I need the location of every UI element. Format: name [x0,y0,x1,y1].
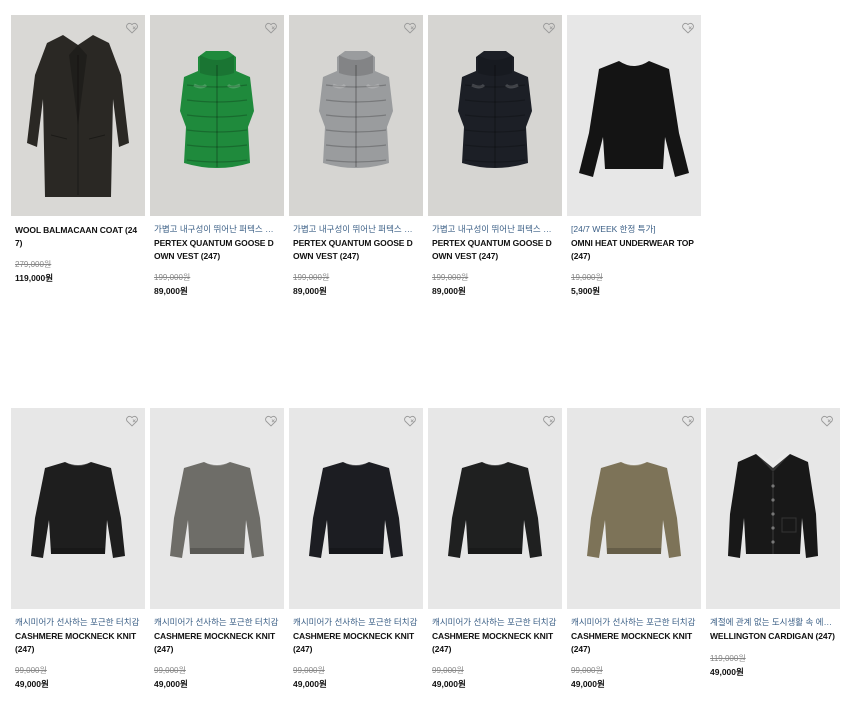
product-card[interactable]: 캐시미어가 선사하는 포근한 터치감 CASHMERE MOCKNECK KNIT… [289,408,423,690]
product-info: 가볍고 내구성이 뛰어난 퍼텍스 다운 베스트 PERTEX QUANTUM GO… [289,216,423,297]
product-info: WOOL BALMACAAN COAT (247) 279,000원 119,000… [11,216,145,284]
knit-image [587,462,681,558]
product-image[interactable] [150,15,284,216]
sale-price: 5,900원 [571,286,601,296]
original-price: 199,000원 [432,273,469,282]
vest-image [458,51,532,168]
coat-image [27,35,129,197]
tee-image [579,61,689,177]
original-price: 199,000원 [293,273,330,282]
product-info: [24/7 WEEK 한정 특가] OMNI HEAT UNDERWEAR TOP… [567,216,701,297]
vest-image [180,51,254,168]
product-name[interactable]: CASHMERE MOCKNECK KNIT (247) [154,630,280,655]
product-image[interactable] [428,408,562,609]
product-image[interactable] [567,15,701,216]
product-image[interactable] [289,408,423,609]
knit-image [170,462,264,558]
wishlist-heart-icon[interactable] [681,414,695,428]
sale-price: 89,000원 [293,286,327,296]
product-tagline: 가볍고 내구성이 뛰어난 퍼텍스 다운 베스트 [293,224,419,234]
original-price: 279,000원 [15,260,52,269]
sale-price: 49,000원 [571,679,605,689]
product-card[interactable]: 캐시미어가 선사하는 포근한 터치감 CASHMERE MOCKNECK KNIT… [150,408,284,690]
product-image[interactable] [11,15,145,216]
wishlist-heart-icon[interactable] [820,414,834,428]
product-card[interactable]: 가볍고 내구성이 뛰어난 퍼텍스 다운 베스트 PERTEX QUANTUM GO… [428,15,562,297]
product-info: 계절에 관계 없는 도시생활 속 에센셜 니트 가디건 WELLINGTON CA… [706,609,840,678]
product-image[interactable] [567,408,701,609]
product-card[interactable]: 캐시미어가 선사하는 포근한 터치감 CASHMERE MOCKNECK KNIT… [567,408,701,690]
knit-image [448,462,542,558]
product-name[interactable]: PERTEX QUANTUM GOOSE DOWN VEST (247) [432,237,558,262]
wishlist-heart-icon[interactable] [681,21,695,35]
sale-price: 119,000원 [15,273,54,283]
product-name[interactable]: CASHMERE MOCKNECK KNIT (247) [571,630,697,655]
product-tagline: 캐시미어가 선사하는 포근한 터치감 [293,617,418,627]
original-price: 99,000원 [571,666,603,675]
product-tagline: 계절에 관계 없는 도시생활 속 에센셜 니트 가디건 [710,617,836,627]
product-tagline: 캐시미어가 선사하는 포근한 터치감 [432,617,557,627]
sale-price: 89,000원 [432,286,466,296]
wishlist-heart-icon[interactable] [264,21,278,35]
sale-price: 49,000원 [293,679,327,689]
sale-price: 49,000원 [432,679,466,689]
wishlist-heart-icon[interactable] [264,414,278,428]
product-card[interactable]: [24/7 WEEK 한정 특가] OMNI HEAT UNDERWEAR TOP… [567,15,701,297]
product-card[interactable]: 가볍고 내구성이 뛰어난 퍼텍스 다운 베스트 PERTEX QUANTUM GO… [289,15,423,297]
original-price: 99,000원 [154,666,186,675]
vest-image [319,51,393,168]
product-image[interactable] [428,15,562,216]
product-card[interactable]: 계절에 관계 없는 도시생활 속 에센셜 니트 가디건 WELLINGTON CA… [706,408,840,678]
sale-price: 49,000원 [154,679,188,689]
product-card[interactable]: 캐시미어가 선사하는 포근한 터치감 CASHMERE MOCKNECK KNIT… [11,408,145,690]
wishlist-heart-icon[interactable] [542,21,556,35]
product-info: 가볍고 내구성이 뛰어난 퍼텍스 다운 베스트 PERTEX QUANTUM GO… [428,216,562,297]
product-image[interactable] [706,408,840,609]
wishlist-heart-icon[interactable] [403,414,417,428]
product-name[interactable]: WOOL BALMACAAN COAT (247) [15,224,141,249]
product-image[interactable] [150,408,284,609]
sale-price: 49,000원 [15,679,49,689]
knit-image [309,462,403,558]
product-info: 가볍고 내구성이 뛰어난 퍼텍스 다운 베스트 PERTEX QUANTUM GO… [150,216,284,297]
product-info: 캐시미어가 선사하는 포근한 터치감 CASHMERE MOCKNECK KNIT… [150,609,284,690]
original-price: 99,000원 [293,666,325,675]
product-image[interactable] [289,15,423,216]
wishlist-heart-icon[interactable] [403,21,417,35]
wishlist-heart-icon[interactable] [542,414,556,428]
product-name[interactable]: CASHMERE MOCKNECK KNIT (247) [432,630,558,655]
knit-image [31,462,125,558]
product-card[interactable]: WOOL BALMACAAN COAT (247) 279,000원 119,000… [11,15,145,284]
cardigan-image [728,452,818,558]
product-card[interactable]: 캐시미어가 선사하는 포근한 터치감 CASHMERE MOCKNECK KNIT… [428,408,562,690]
product-card[interactable]: 가볍고 내구성이 뛰어난 퍼텍스 다운 베스트 PERTEX QUANTUM GO… [150,15,284,297]
product-name[interactable]: WELLINGTON CARDIGAN (247) [710,630,836,643]
sale-price: 49,000원 [710,666,744,677]
original-price: 99,000원 [432,666,464,675]
wishlist-heart-icon[interactable] [125,21,139,35]
product-info: 캐시미어가 선사하는 포근한 터치감 CASHMERE MOCKNECK KNIT… [428,609,562,690]
product-image[interactable] [11,408,145,609]
wishlist-heart-icon[interactable] [125,414,139,428]
original-price: 19,000원 [571,273,603,282]
product-info: 캐시미어가 선사하는 포근한 터치감 CASHMERE MOCKNECK KNIT… [11,609,145,690]
product-name[interactable]: CASHMERE MOCKNECK KNIT (247) [15,630,141,655]
original-price: 119,000원 [710,653,746,663]
product-name[interactable]: OMNI HEAT UNDERWEAR TOP (247) [571,237,697,262]
product-name[interactable]: CASHMERE MOCKNECK KNIT (247) [293,630,419,655]
product-tagline: 캐시미어가 선사하는 포근한 터치감 [571,617,696,627]
product-tagline: 캐시미어가 선사하는 포근한 터치감 [15,617,140,627]
product-info: 캐시미어가 선사하는 포근한 터치감 CASHMERE MOCKNECK KNIT… [289,609,423,690]
product-tagline: 가볍고 내구성이 뛰어난 퍼텍스 다운 베스트 [432,224,558,234]
original-price: 99,000원 [15,666,47,675]
product-tagline: 가볍고 내구성이 뛰어난 퍼텍스 다운 베스트 [154,224,280,234]
product-name[interactable]: PERTEX QUANTUM GOOSE DOWN VEST (247) [293,237,419,262]
product-tagline: 캐시미어가 선사하는 포근한 터치감 [154,617,279,627]
product-tagline: [24/7 WEEK 한정 특가] [571,224,656,234]
product-name[interactable]: PERTEX QUANTUM GOOSE DOWN VEST (247) [154,237,280,262]
original-price: 199,000원 [154,273,191,282]
sale-price: 89,000원 [154,286,188,296]
product-info: 캐시미어가 선사하는 포근한 터치감 CASHMERE MOCKNECK KNIT… [567,609,701,690]
